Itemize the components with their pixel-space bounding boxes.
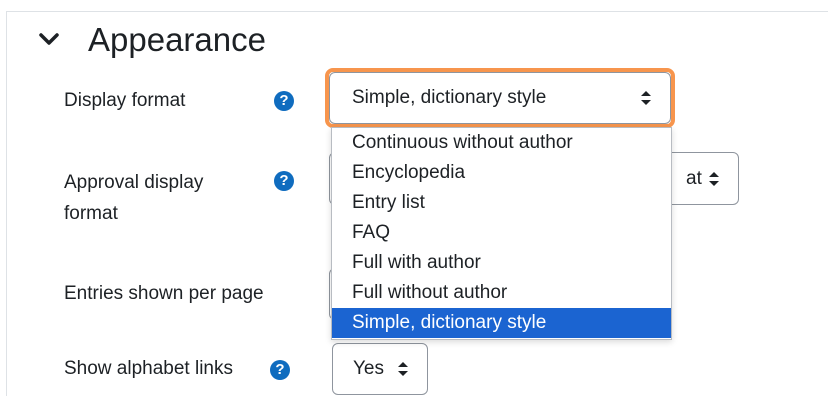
up-down-caret-icon [641, 91, 651, 105]
up-down-caret-icon [398, 362, 408, 376]
dropdown-option[interactable]: Continuous without author [332, 128, 671, 158]
section-title: Appearance [88, 21, 266, 58]
display-format-dropdown: Continuous without author Encyclopedia E… [331, 127, 672, 340]
dropdown-option[interactable]: Entry list [332, 188, 671, 218]
dropdown-option[interactable]: FAQ [332, 218, 671, 248]
chevron-down-icon [38, 29, 60, 51]
question-circle-icon[interactable]: ? [274, 91, 294, 111]
display-format-label: Display format [64, 90, 186, 111]
dropdown-option[interactable]: Full with author [332, 248, 671, 278]
dropdown-option[interactable]: Encyclopedia [332, 158, 671, 188]
appearance-section-toggle[interactable]: Appearance [38, 18, 266, 62]
question-circle-icon[interactable]: ? [274, 171, 294, 191]
question-circle-icon[interactable]: ? [270, 360, 290, 380]
dropdown-option[interactable]: Full without author [332, 278, 671, 308]
approval-display-format-label-line1: Approval display [64, 172, 204, 193]
dropdown-option-selected[interactable]: Simple, dictionary style [332, 308, 671, 338]
show-alphabet-links-value: Yes [353, 358, 384, 379]
entries-per-page-label: Entries shown per page [64, 283, 264, 304]
show-alphabet-links-select[interactable]: Yes [332, 343, 428, 395]
section-frame-top [6, 11, 828, 12]
up-down-caret-icon [709, 171, 719, 186]
section-frame-left [6, 11, 7, 396]
show-alphabet-links-label: Show alphabet links [64, 358, 233, 379]
approval-display-format-value: at [686, 167, 702, 189]
display-format-value: Simple, dictionary style [352, 87, 547, 108]
approval-display-format-label-line2: format [64, 203, 118, 224]
display-format-select[interactable]: Simple, dictionary style [329, 72, 671, 124]
